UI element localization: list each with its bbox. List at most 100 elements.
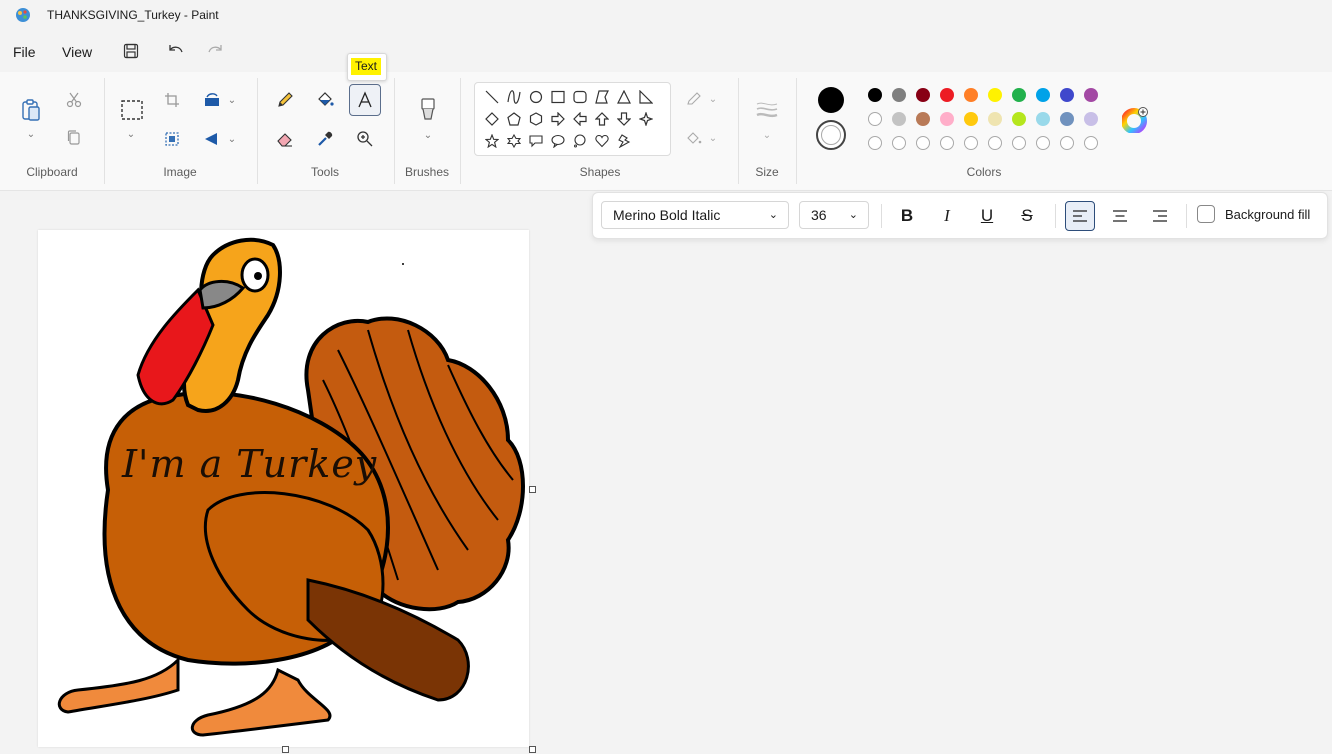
fill-button[interactable] — [313, 88, 337, 112]
oval-shape[interactable] — [527, 88, 545, 106]
right-triangle-shape[interactable] — [637, 88, 655, 106]
undo-button[interactable] — [165, 40, 187, 62]
resize-button[interactable] — [162, 129, 182, 149]
custom-color-slot[interactable] — [892, 136, 906, 150]
custom-color-slot[interactable] — [1060, 136, 1074, 150]
size-button[interactable] — [753, 98, 781, 122]
lightning-shape[interactable] — [615, 132, 633, 150]
align-center-button[interactable] — [1105, 201, 1135, 231]
secondary-color[interactable] — [816, 120, 846, 150]
line-shape[interactable] — [483, 88, 501, 106]
custom-color-slot[interactable] — [868, 136, 882, 150]
color-swatch[interactable] — [1060, 88, 1074, 102]
flip-dropdown-chevron-icon[interactable]: ⌄ — [226, 133, 238, 145]
magnifier-button[interactable] — [353, 127, 377, 151]
edit-colors-button[interactable] — [1122, 107, 1148, 133]
right-arrow-shape[interactable] — [549, 110, 567, 128]
select-dropdown-chevron-icon[interactable]: ⌄ — [124, 127, 138, 141]
save-button[interactable] — [120, 40, 142, 62]
curve-shape[interactable] — [505, 88, 523, 106]
drawing-canvas[interactable]: I'm a Turkey — [38, 230, 529, 747]
color-swatch[interactable] — [1084, 88, 1098, 102]
align-right-button[interactable] — [1145, 201, 1175, 231]
color-swatch[interactable] — [868, 88, 882, 102]
color-swatch[interactable] — [892, 88, 906, 102]
custom-color-slot[interactable] — [940, 136, 954, 150]
copy-button[interactable] — [64, 128, 84, 148]
color-swatch[interactable] — [964, 112, 978, 126]
up-arrow-shape[interactable] — [593, 110, 611, 128]
outline-button[interactable] — [684, 90, 704, 108]
background-fill-checkbox[interactable] — [1197, 205, 1215, 223]
custom-color-slot[interactable] — [868, 112, 882, 126]
underline-button[interactable]: U — [972, 201, 1002, 231]
resize-handle-bottom[interactable] — [282, 746, 289, 753]
left-arrow-shape[interactable] — [571, 110, 589, 128]
custom-color-slot[interactable] — [1084, 136, 1098, 150]
color-swatch[interactable] — [916, 88, 930, 102]
paste-dropdown-chevron-icon[interactable]: ⌄ — [24, 127, 38, 141]
rotate-dropdown-chevron-icon[interactable]: ⌄ — [226, 94, 238, 106]
color-swatch[interactable] — [1036, 112, 1050, 126]
cut-button[interactable] — [64, 90, 84, 110]
four-point-star-shape[interactable] — [637, 110, 655, 128]
color-swatch[interactable] — [892, 112, 906, 126]
canvas-workspace[interactable]: I'm a Turkey — [0, 191, 1332, 754]
strikethrough-button[interactable]: S — [1012, 201, 1042, 231]
color-picker-button[interactable] — [313, 127, 337, 151]
color-swatch[interactable] — [1036, 88, 1050, 102]
custom-color-slot[interactable] — [964, 136, 978, 150]
brushes-button[interactable] — [414, 94, 442, 126]
diamond-shape[interactable] — [483, 110, 501, 128]
triangle-shape[interactable] — [615, 88, 633, 106]
polygon-shape[interactable] — [593, 88, 611, 106]
custom-color-slot[interactable] — [988, 136, 1002, 150]
hexagon-shape[interactable] — [527, 110, 545, 128]
font-size-dropdown[interactable]: 36 ⌄ — [799, 201, 869, 229]
menu-file[interactable]: File — [13, 44, 36, 60]
rectangle-shape[interactable] — [549, 88, 567, 106]
resize-handle-right[interactable] — [529, 486, 536, 493]
color-swatch[interactable] — [940, 112, 954, 126]
paste-button[interactable] — [17, 96, 45, 124]
pentagon-shape[interactable] — [505, 110, 523, 128]
pencil-button[interactable] — [273, 88, 297, 112]
color-swatch[interactable] — [916, 112, 930, 126]
color-swatch[interactable] — [988, 88, 1002, 102]
outline-dropdown-chevron-icon[interactable]: ⌄ — [707, 93, 719, 105]
shape-fill-button[interactable] — [684, 129, 704, 147]
shape-fill-dropdown-chevron-icon[interactable]: ⌄ — [707, 132, 719, 144]
color-swatch[interactable] — [1084, 112, 1098, 126]
color-swatch[interactable] — [964, 88, 978, 102]
custom-color-slot[interactable] — [1012, 136, 1026, 150]
canvas-text[interactable]: I'm a Turkey — [122, 442, 377, 486]
eraser-button[interactable] — [273, 127, 297, 151]
rectangular-callout-shape[interactable] — [527, 132, 545, 150]
flip-button[interactable] — [201, 129, 223, 149]
color-swatch[interactable] — [1012, 112, 1026, 126]
color-swatch[interactable] — [1060, 112, 1074, 126]
text-tool-button[interactable] — [349, 84, 381, 116]
custom-color-slot[interactable] — [1036, 136, 1050, 150]
oval-callout-shape[interactable] — [549, 132, 567, 150]
resize-handle-corner[interactable] — [529, 746, 536, 753]
rounded-rectangle-shape[interactable] — [571, 88, 589, 106]
select-button[interactable] — [118, 96, 146, 124]
down-arrow-shape[interactable] — [615, 110, 633, 128]
five-point-star-shape[interactable] — [483, 132, 501, 150]
redo-button[interactable] — [204, 40, 226, 62]
size-dropdown-chevron-icon[interactable]: ⌄ — [760, 128, 774, 142]
color-swatch[interactable] — [1012, 88, 1026, 102]
crop-button[interactable] — [162, 90, 182, 110]
primary-color[interactable] — [818, 87, 844, 113]
color-swatch[interactable] — [988, 112, 1002, 126]
bold-button[interactable]: B — [892, 201, 922, 231]
italic-button[interactable]: I — [932, 201, 962, 231]
rotate-button[interactable] — [201, 90, 223, 110]
font-family-dropdown[interactable]: Merino Bold Italic ⌄ — [601, 201, 789, 229]
color-swatch[interactable] — [940, 88, 954, 102]
menu-view[interactable]: View — [62, 44, 92, 60]
heart-shape[interactable] — [593, 132, 611, 150]
align-left-button[interactable] — [1065, 201, 1095, 231]
custom-color-slot[interactable] — [916, 136, 930, 150]
